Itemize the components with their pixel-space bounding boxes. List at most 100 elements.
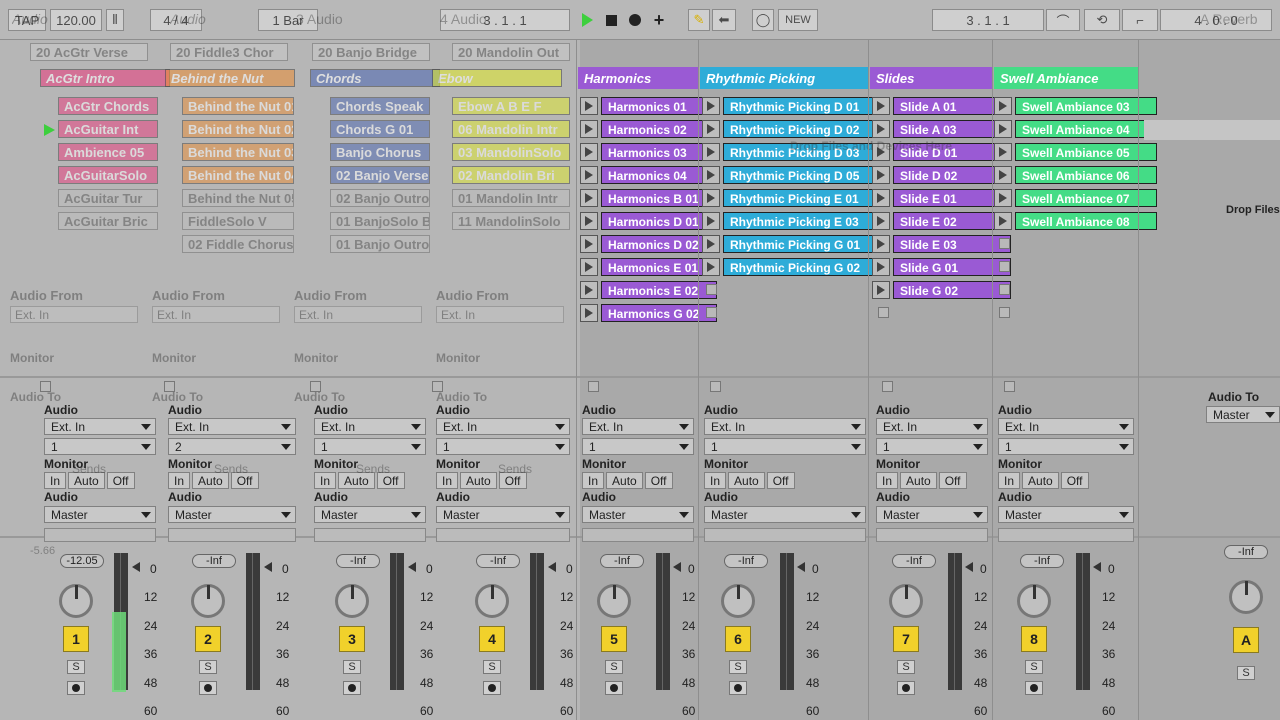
- rhythmic-picking-clip[interactable]: Rhythmic Picking D 05: [702, 165, 889, 185]
- empty-clip-slot[interactable]: [999, 284, 1010, 295]
- swell-ambiance-clip[interactable]: Swell Ambiance 06: [994, 165, 1157, 185]
- ghost-clip[interactable]: Ebow A B E F: [452, 97, 570, 115]
- arm-button[interactable]: [483, 681, 501, 695]
- clip-play-button[interactable]: [580, 235, 598, 253]
- empty-clip-slot[interactable]: [999, 238, 1010, 249]
- clip-play-button[interactable]: [580, 166, 598, 184]
- rhythmic-picking-clip[interactable]: Rhythmic Picking D 01: [702, 96, 889, 116]
- ghost-ext-in[interactable]: Ext. In: [294, 306, 422, 323]
- session-record-button[interactable]: ◯: [752, 9, 774, 31]
- clip-play-button[interactable]: [702, 189, 720, 207]
- return-solo-button[interactable]: S: [1237, 666, 1255, 680]
- harmonics-clip[interactable]: Harmonics E 01: [580, 257, 717, 277]
- audio-from-select[interactable]: Ext. In: [998, 418, 1134, 435]
- rhythmic-picking-clip[interactable]: Rhythmic Picking E 03: [702, 211, 889, 231]
- audio-to-select[interactable]: Master: [876, 506, 988, 523]
- ghost-ext-in[interactable]: Ext. In: [436, 306, 564, 323]
- input-channel-select[interactable]: 1: [998, 438, 1134, 455]
- ghost-clip[interactable]: Behind the Nut 03: [182, 143, 294, 161]
- ghost-clip[interactable]: Chords G 01: [330, 120, 430, 138]
- monitor-in-button[interactable]: In: [704, 472, 727, 489]
- monitor-off-button[interactable]: Off: [1060, 472, 1089, 489]
- arm-button[interactable]: [343, 681, 361, 695]
- ghost-ext-in[interactable]: Ext. In: [152, 306, 280, 323]
- record-button[interactable]: [624, 9, 646, 31]
- clip-play-button[interactable]: [702, 235, 720, 253]
- clip-play-button[interactable]: [702, 258, 720, 276]
- clip-play-button[interactable]: [872, 235, 890, 253]
- volume-field[interactable]: -Inf: [336, 554, 380, 568]
- solo-button[interactable]: S: [199, 660, 217, 674]
- ghost-track-header[interactable]: Chords: [310, 69, 440, 87]
- input-channel-select[interactable]: 1: [314, 438, 426, 455]
- slides-clip[interactable]: Slide E 03: [872, 234, 1011, 254]
- track-activator-button[interactable]: 3: [339, 626, 365, 652]
- clip-play-button[interactable]: [994, 212, 1012, 230]
- input-channel-select[interactable]: 1: [704, 438, 866, 455]
- ghost-top-clip[interactable]: 20 Fiddle3 Chor: [170, 43, 288, 61]
- monitor-switch[interactable]: In Auto Off: [998, 472, 1091, 489]
- track-header-slides[interactable]: Slides: [870, 67, 992, 89]
- empty-clip-slot[interactable]: [706, 284, 717, 295]
- ghost-ext-in[interactable]: Ext. In: [10, 306, 138, 323]
- monitor-auto-button[interactable]: Auto: [728, 472, 765, 489]
- audio-to-select[interactable]: Master: [582, 506, 694, 523]
- rhythmic-picking-clip[interactable]: Rhythmic Picking E 01: [702, 188, 889, 208]
- monitor-auto-button[interactable]: Auto: [606, 472, 643, 489]
- monitor-off-button[interactable]: Off: [106, 472, 135, 489]
- volume-fader-handle[interactable]: [797, 562, 805, 572]
- arm-button[interactable]: [199, 681, 217, 695]
- clip-play-button[interactable]: [994, 166, 1012, 184]
- play-button[interactable]: [576, 9, 598, 31]
- rhythmic-picking-clip[interactable]: Rhythmic Picking G 02: [702, 257, 889, 277]
- empty-clip-slot[interactable]: [999, 307, 1010, 318]
- pan-knob[interactable]: [597, 584, 631, 618]
- clip-play-button[interactable]: [702, 143, 720, 161]
- ghost-clip[interactable]: FiddleSolo V: [182, 212, 294, 230]
- ghost-clip[interactable]: 02 Fiddle Chorus: [182, 235, 294, 253]
- harmonics-clip[interactable]: Harmonics 04: [580, 165, 717, 185]
- input-channel-select[interactable]: 1: [436, 438, 570, 455]
- volume-fader-handle[interactable]: [408, 562, 416, 572]
- clip-play-button[interactable]: [580, 212, 598, 230]
- clip-play-button[interactable]: [580, 189, 598, 207]
- tempo-field[interactable]: 120.00: [50, 9, 102, 31]
- swell-ambiance-clip[interactable]: Swell Ambiance 03: [994, 96, 1157, 116]
- solo-button[interactable]: S: [897, 660, 915, 674]
- return-audio-to-select[interactable]: Master: [1206, 406, 1280, 423]
- track-header-harmonics[interactable]: Harmonics: [578, 67, 698, 89]
- solo-button[interactable]: S: [67, 660, 85, 674]
- volume-fader-handle[interactable]: [1093, 562, 1101, 572]
- monitor-switch[interactable]: In Auto Off: [876, 472, 969, 489]
- clip-play-button[interactable]: [994, 120, 1012, 138]
- track-activator-button[interactable]: 6: [725, 626, 751, 652]
- slides-clip[interactable]: Slide G 02: [872, 280, 1011, 300]
- stop-slot[interactable]: [882, 381, 893, 392]
- track-activator-button[interactable]: 2: [195, 626, 221, 652]
- slides-clip[interactable]: Slide D 02: [872, 165, 1011, 185]
- volume-field[interactable]: -Inf: [600, 554, 644, 568]
- ghost-clip[interactable]: Ambience 05: [58, 143, 158, 161]
- track-header-swell-ambiance[interactable]: Swell Ambiance: [994, 67, 1138, 89]
- stop-button[interactable]: [600, 9, 622, 31]
- audio-to-select[interactable]: Master: [704, 506, 866, 523]
- arm-button[interactable]: [1025, 681, 1043, 695]
- slides-clip[interactable]: Slide E 01: [872, 188, 1011, 208]
- input-channel-select[interactable]: 1: [582, 438, 694, 455]
- harmonics-clip[interactable]: Harmonics D 02: [580, 234, 717, 254]
- monitor-in-button[interactable]: In: [436, 472, 459, 489]
- track-header-rhythmic-picking[interactable]: Rhythmic Picking: [700, 67, 868, 89]
- audio-from-select[interactable]: Ext. In: [876, 418, 988, 435]
- solo-button[interactable]: S: [605, 660, 623, 674]
- empty-clip-slot[interactable]: [999, 261, 1010, 272]
- ghost-clip[interactable]: Behind the Nut 01: [182, 97, 294, 115]
- audio-to-select[interactable]: Master: [314, 506, 426, 523]
- rhythmic-picking-clip[interactable]: Rhythmic Picking D 02: [702, 119, 889, 139]
- empty-clip-slot[interactable]: [706, 307, 717, 318]
- ghost-clip[interactable]: 02 Mandolin Bri: [452, 166, 570, 184]
- volume-field[interactable]: -Inf: [724, 554, 768, 568]
- clip-play-button[interactable]: [872, 258, 890, 276]
- slides-clip[interactable]: Slide A 01: [872, 96, 1011, 116]
- clip-play-button[interactable]: [580, 258, 598, 276]
- solo-button[interactable]: S: [483, 660, 501, 674]
